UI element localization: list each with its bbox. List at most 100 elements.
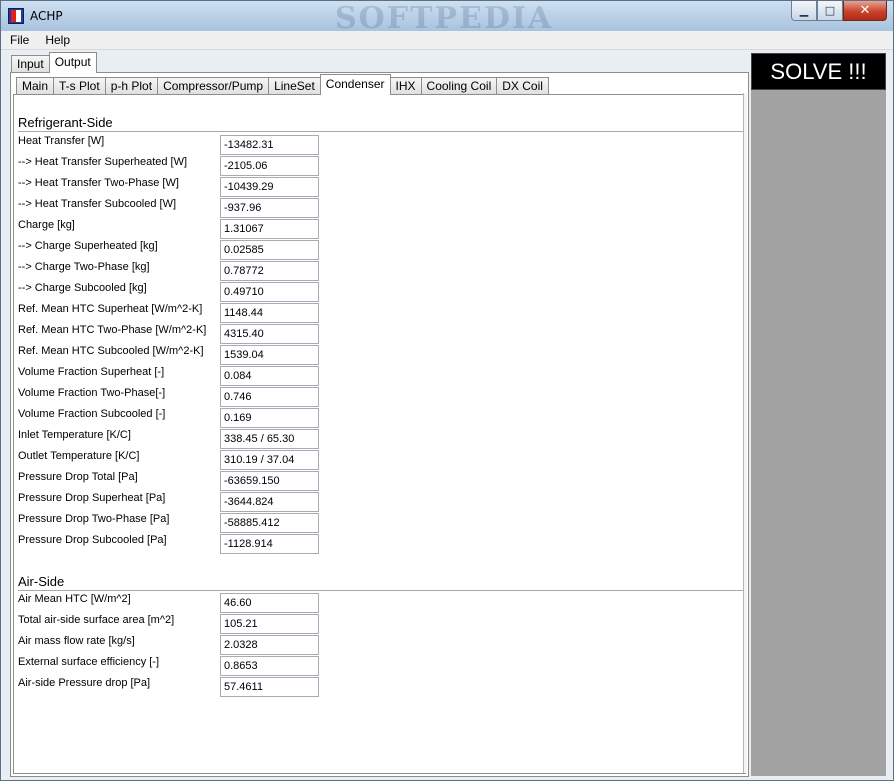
field-label: Volume Fraction Two-Phase[-] — [18, 387, 166, 399]
menu-help[interactable]: Help — [37, 33, 78, 47]
field-label: --> Heat Transfer Superheated [W] — [18, 156, 188, 168]
field-row: Ref. Mean HTC Two-Phase [W/m^2-K] 4315.40 — [18, 324, 328, 344]
tab-output[interactable]: Output — [48, 52, 97, 73]
field-value[interactable]: 2.0328 — [220, 635, 319, 655]
field-label: Pressure Drop Superheat [Pa] — [18, 492, 166, 504]
side-panel — [751, 90, 886, 776]
tab-condenser[interactable]: Condenser — [319, 74, 391, 95]
outer-tab-strip: Input Output — [11, 52, 97, 73]
field-label: Inlet Temperature [K/C] — [18, 429, 131, 441]
field-label: --> Heat Transfer Subcooled [W] — [18, 198, 177, 210]
field-label: --> Charge Two-Phase [kg] — [18, 261, 150, 273]
field-row: Pressure Drop Superheat [Pa] -3644.824 — [18, 492, 328, 512]
field-value[interactable]: 4315.40 — [220, 324, 319, 344]
field-row: Air mass flow rate [kg/s] 2.0328 — [18, 635, 328, 655]
tab-main[interactable]: Main — [16, 77, 55, 95]
tab-ts-plot[interactable]: T-s Plot — [53, 77, 106, 95]
field-value[interactable]: 0.49710 — [220, 282, 319, 302]
menu-file[interactable]: File — [1, 33, 37, 47]
field-row: --> Heat Transfer Superheated [W] -2105.0… — [18, 156, 328, 176]
field-row: --> Charge Two-Phase [kg] 0.78772 — [18, 261, 328, 281]
minimize-button[interactable]: ▁ — [791, 1, 817, 21]
field-value[interactable]: -58885.412 — [220, 513, 319, 533]
tab-lineset[interactable]: LineSet — [268, 77, 321, 95]
inner-tab-strip: Main T-s Plot p-h Plot Compressor/Pump L… — [16, 74, 549, 95]
field-value[interactable]: 105.21 — [220, 614, 319, 634]
close-icon: ✕ — [859, 3, 871, 18]
field-row: Volume Fraction Subcooled [-] 0.169 — [18, 408, 328, 428]
window-title: ACHP — [30, 9, 63, 23]
field-label: --> Charge Subcooled [kg] — [18, 282, 147, 294]
field-row: Inlet Temperature [K/C] 338.45 / 65.30 — [18, 429, 328, 449]
field-label: Volume Fraction Superheat [-] — [18, 366, 165, 378]
field-row: Charge [kg] 1.31067 — [18, 219, 328, 239]
field-value[interactable]: -13482.31 — [220, 135, 319, 155]
field-value[interactable]: 0.746 — [220, 387, 319, 407]
tab-compressor-pump[interactable]: Compressor/Pump — [157, 77, 270, 95]
tab-input[interactable]: Input — [11, 55, 50, 73]
minimize-icon: ▁ — [799, 4, 809, 17]
field-label: Charge [kg] — [18, 219, 75, 231]
tab-dx-coil[interactable]: DX Coil — [496, 77, 549, 95]
field-value[interactable]: 338.45 / 65.30 — [220, 429, 319, 449]
field-label: Air mass flow rate [kg/s] — [18, 635, 135, 647]
field-value[interactable]: 0.02585 — [220, 240, 319, 260]
field-row: Air-side Pressure drop [Pa] 57.4611 — [18, 677, 328, 697]
field-value[interactable]: -3644.824 — [220, 492, 319, 512]
field-row: Heat Transfer [W] -13482.31 — [18, 135, 328, 155]
field-value[interactable]: 0.169 — [220, 408, 319, 428]
field-row: Total air-side surface area [m^2] 105.21 — [18, 614, 328, 634]
field-row: Outlet Temperature [K/C] 310.19 / 37.04 — [18, 450, 328, 470]
refrigerant-divider — [18, 131, 745, 132]
air-divider — [18, 590, 745, 591]
field-label: Pressure Drop Subcooled [Pa] — [18, 534, 167, 546]
output-panel: Main T-s Plot p-h Plot Compressor/Pump L… — [10, 72, 749, 777]
field-value[interactable]: 1539.04 — [220, 345, 319, 365]
field-label: --> Heat Transfer Two-Phase [W] — [18, 177, 179, 189]
field-row: Volume Fraction Superheat [-] 0.084 — [18, 366, 328, 386]
field-row: Ref. Mean HTC Subcooled [W/m^2-K] 1539.04 — [18, 345, 328, 365]
field-value[interactable]: 1.31067 — [220, 219, 319, 239]
panel-edge — [743, 93, 747, 773]
tab-ihx[interactable]: IHX — [389, 77, 422, 95]
menu-bar: File Help — [1, 31, 893, 50]
field-value[interactable]: -10439.29 — [220, 177, 319, 197]
field-label: Pressure Drop Two-Phase [Pa] — [18, 513, 170, 525]
maximize-icon: □ — [824, 4, 836, 17]
solve-button[interactable]: SOLVE !!! — [751, 53, 886, 90]
tab-cooling-coil[interactable]: Cooling Coil — [420, 77, 498, 95]
field-label: Ref. Mean HTC Subcooled [W/m^2-K] — [18, 345, 204, 357]
field-value[interactable]: 57.4611 — [220, 677, 319, 697]
field-label: Volume Fraction Subcooled [-] — [18, 408, 166, 420]
field-value[interactable]: 0.084 — [220, 366, 319, 386]
close-button[interactable]: ✕ — [843, 1, 887, 21]
field-row: --> Heat Transfer Two-Phase [W] -10439.29 — [18, 177, 328, 197]
field-value[interactable]: -1128.914 — [220, 534, 319, 554]
field-row: Pressure Drop Total [Pa] -63659.150 — [18, 471, 328, 491]
app-icon — [8, 8, 24, 24]
field-value[interactable]: 0.78772 — [220, 261, 319, 281]
field-label: External surface efficiency [-] — [18, 656, 160, 668]
maximize-button[interactable]: □ — [817, 1, 843, 21]
field-row: --> Charge Superheated [kg] 0.02585 — [18, 240, 328, 260]
condenser-panel: Refrigerant-Side Heat Transfer [W] -13482… — [13, 94, 746, 774]
field-label: Outlet Temperature [K/C] — [18, 450, 140, 462]
field-value[interactable]: 0.8653 — [220, 656, 319, 676]
app-window: ACHP SOFTPEDIA ▁ □ ✕ File Help Input Out… — [0, 0, 894, 781]
title-bar: ACHP SOFTPEDIA ▁ □ ✕ — [1, 1, 893, 36]
field-value[interactable]: 310.19 / 37.04 — [220, 450, 319, 470]
refrigerant-section-title: Refrigerant-Side — [18, 115, 113, 130]
field-row: --> Heat Transfer Subcooled [W] -937.96 — [18, 198, 328, 218]
field-value[interactable]: 1148.44 — [220, 303, 319, 323]
field-row: Pressure Drop Subcooled [Pa] -1128.914 — [18, 534, 328, 554]
field-row: Ref. Mean HTC Superheat [W/m^2-K] 1148.44 — [18, 303, 328, 323]
tab-ph-plot[interactable]: p-h Plot — [104, 77, 159, 95]
field-value[interactable]: -2105.06 — [220, 156, 319, 176]
field-value[interactable]: 46.60 — [220, 593, 319, 613]
field-label: Total air-side surface area [m^2] — [18, 614, 175, 626]
field-value[interactable]: -937.96 — [220, 198, 319, 218]
field-value[interactable]: -63659.150 — [220, 471, 319, 491]
field-row: External surface efficiency [-] 0.8653 — [18, 656, 328, 676]
field-row: Air Mean HTC [W/m^2] 46.60 — [18, 593, 328, 613]
air-section-title: Air-Side — [18, 574, 65, 589]
